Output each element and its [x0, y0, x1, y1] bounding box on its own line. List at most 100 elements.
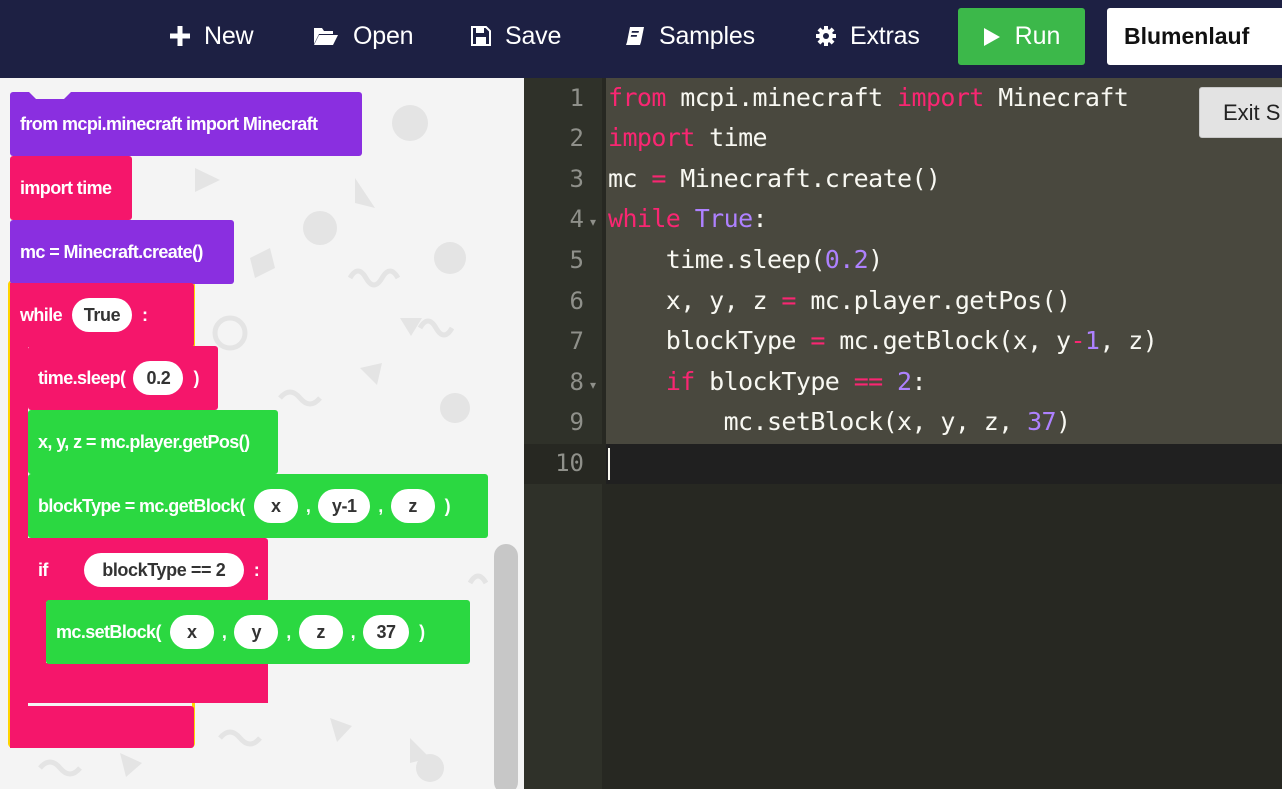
- keyword: from: [608, 83, 666, 112]
- code-line-6: x, y, z = mc.player.getPos(): [608, 286, 1071, 315]
- keyword: while: [608, 204, 681, 233]
- while-loop-body-bar: [10, 283, 28, 748]
- open-button[interactable]: Open: [313, 0, 414, 72]
- getblock-arg-y[interactable]: y-1: [318, 489, 371, 523]
- block-notch: [40, 345, 84, 353]
- line-number: 8: [569, 368, 584, 396]
- while-loop-footer: [10, 706, 194, 748]
- block-get-block[interactable]: blockType = mc.getBlock( x , y-1 , z ): [28, 474, 488, 538]
- block-time-sleep[interactable]: time.sleep( 0.2 ): [28, 345, 218, 410]
- code-text: mc.setBlock(x, y, z,: [608, 407, 1028, 436]
- line-number: 5: [569, 246, 584, 274]
- fold-arrow-icon[interactable]: ▾: [590, 215, 596, 229]
- comma: ,: [221, 621, 227, 642]
- code-editor[interactable]: 1 2 3 4 5 6 7 8 9 10 ▾ ▾ from mcpi.minec…: [524, 78, 1282, 789]
- comma: ,: [378, 495, 383, 516]
- if-condition-input[interactable]: blockType == 2: [83, 553, 244, 587]
- block-import-time[interactable]: import time: [10, 156, 132, 220]
- operator: =: [651, 164, 666, 193]
- blocks-workspace[interactable]: from mcpi.minecraft import Minecraft imp…: [0, 78, 524, 789]
- samples-label: Samples: [659, 21, 755, 50]
- block-text: from mcpi.minecraft import Minecraft: [20, 113, 318, 134]
- save-label: Save: [505, 21, 562, 50]
- comma: ,: [350, 621, 356, 642]
- code-text: blockType: [608, 326, 811, 355]
- number: 1: [1084, 326, 1100, 355]
- code-line-4: while True:: [608, 204, 768, 233]
- code-line-3: mc = Minecraft.create(): [608, 164, 941, 193]
- number: 37: [1027, 407, 1057, 436]
- code-text: blockType: [694, 367, 854, 396]
- save-icon: [471, 26, 491, 46]
- block-text: ): [419, 621, 425, 642]
- line-number: 6: [569, 287, 584, 315]
- getblock-arg-z[interactable]: z: [390, 489, 435, 523]
- line-number: 4: [569, 205, 584, 233]
- keyword: if: [665, 367, 696, 396]
- code-text: :: [752, 204, 768, 233]
- code-text: ): [1056, 407, 1071, 436]
- samples-button[interactable]: Samples: [625, 0, 755, 72]
- block-text: mc.setBlock(: [56, 621, 161, 642]
- block-text: import time: [20, 177, 112, 198]
- fold-arrow-icon[interactable]: ▾: [590, 378, 596, 392]
- code-text: time.sleep(: [608, 245, 826, 274]
- workspace-scrollbar[interactable]: [494, 544, 518, 789]
- line-number: 10: [555, 449, 584, 477]
- operator: -: [1070, 326, 1085, 355]
- block-if[interactable]: if blockType == 2 :: [28, 538, 268, 602]
- while-colon: :: [142, 304, 148, 325]
- while-condition-input[interactable]: True: [72, 298, 133, 332]
- block-while[interactable]: while True :: [10, 283, 194, 347]
- sleep-value-input[interactable]: 0.2: [133, 361, 184, 395]
- extras-button[interactable]: Extras: [816, 0, 920, 72]
- code-text: mc: [608, 164, 652, 193]
- line-number: 1: [569, 84, 584, 112]
- constant: True: [680, 204, 753, 233]
- code-line-1: from mcpi.minecraft import Minecraft: [608, 83, 1129, 112]
- code-line-2: import time: [608, 123, 768, 152]
- keyword: import: [608, 123, 695, 152]
- setblock-arg-block-id[interactable]: 37: [363, 615, 410, 649]
- save-button[interactable]: Save: [471, 0, 561, 72]
- active-line: [606, 444, 1282, 484]
- number: 0.2: [824, 245, 869, 274]
- block-text: ): [444, 495, 451, 516]
- folder-open-icon: [313, 26, 339, 46]
- play-icon: [983, 27, 1001, 47]
- comma: ,: [286, 621, 291, 642]
- block-text: mc = Minecraft.create(): [20, 241, 203, 262]
- program-name-input[interactable]: [1107, 8, 1282, 65]
- top-toolbar: New Open Save Samples Extras Run Blumenl…: [0, 0, 1282, 78]
- keyword: import: [897, 83, 984, 112]
- setblock-arg-z[interactable]: z: [298, 615, 343, 649]
- while-keyword: while: [20, 304, 63, 325]
- run-button[interactable]: Run: [958, 8, 1085, 65]
- code-text: x, y, z: [608, 286, 782, 315]
- getblock-arg-x[interactable]: x: [253, 489, 298, 523]
- code-text: mc.getBlock(x, y: [824, 326, 1071, 355]
- block-import-minecraft[interactable]: from mcpi.minecraft import Minecraft: [10, 91, 362, 156]
- block-set-block[interactable]: mc.setBlock( x , y , z , 37 ): [46, 600, 470, 664]
- if-keyword: if: [38, 559, 48, 580]
- code-line-8: if blockType == 2:: [608, 367, 927, 396]
- code-text: , z): [1099, 326, 1158, 355]
- setblock-arg-y[interactable]: y: [234, 615, 279, 649]
- block-text: time.sleep(: [38, 367, 126, 388]
- code-text: time: [694, 123, 767, 152]
- plus-icon: [170, 26, 190, 46]
- setblock-arg-x[interactable]: x: [169, 615, 214, 649]
- code-text: mcpi.minecraft: [665, 83, 898, 112]
- line-number: 7: [569, 327, 584, 355]
- block-notch: [28, 91, 72, 99]
- code-text: ): [868, 245, 883, 274]
- new-label: New: [204, 21, 254, 50]
- book-icon: [625, 26, 645, 46]
- block-minecraft-create[interactable]: mc = Minecraft.create(): [10, 220, 234, 284]
- block-get-pos[interactable]: x, y, z = mc.player.getPos(): [28, 410, 278, 474]
- open-label: Open: [353, 21, 414, 50]
- new-button[interactable]: New: [170, 0, 254, 72]
- exit-button[interactable]: Exit S: [1199, 87, 1282, 138]
